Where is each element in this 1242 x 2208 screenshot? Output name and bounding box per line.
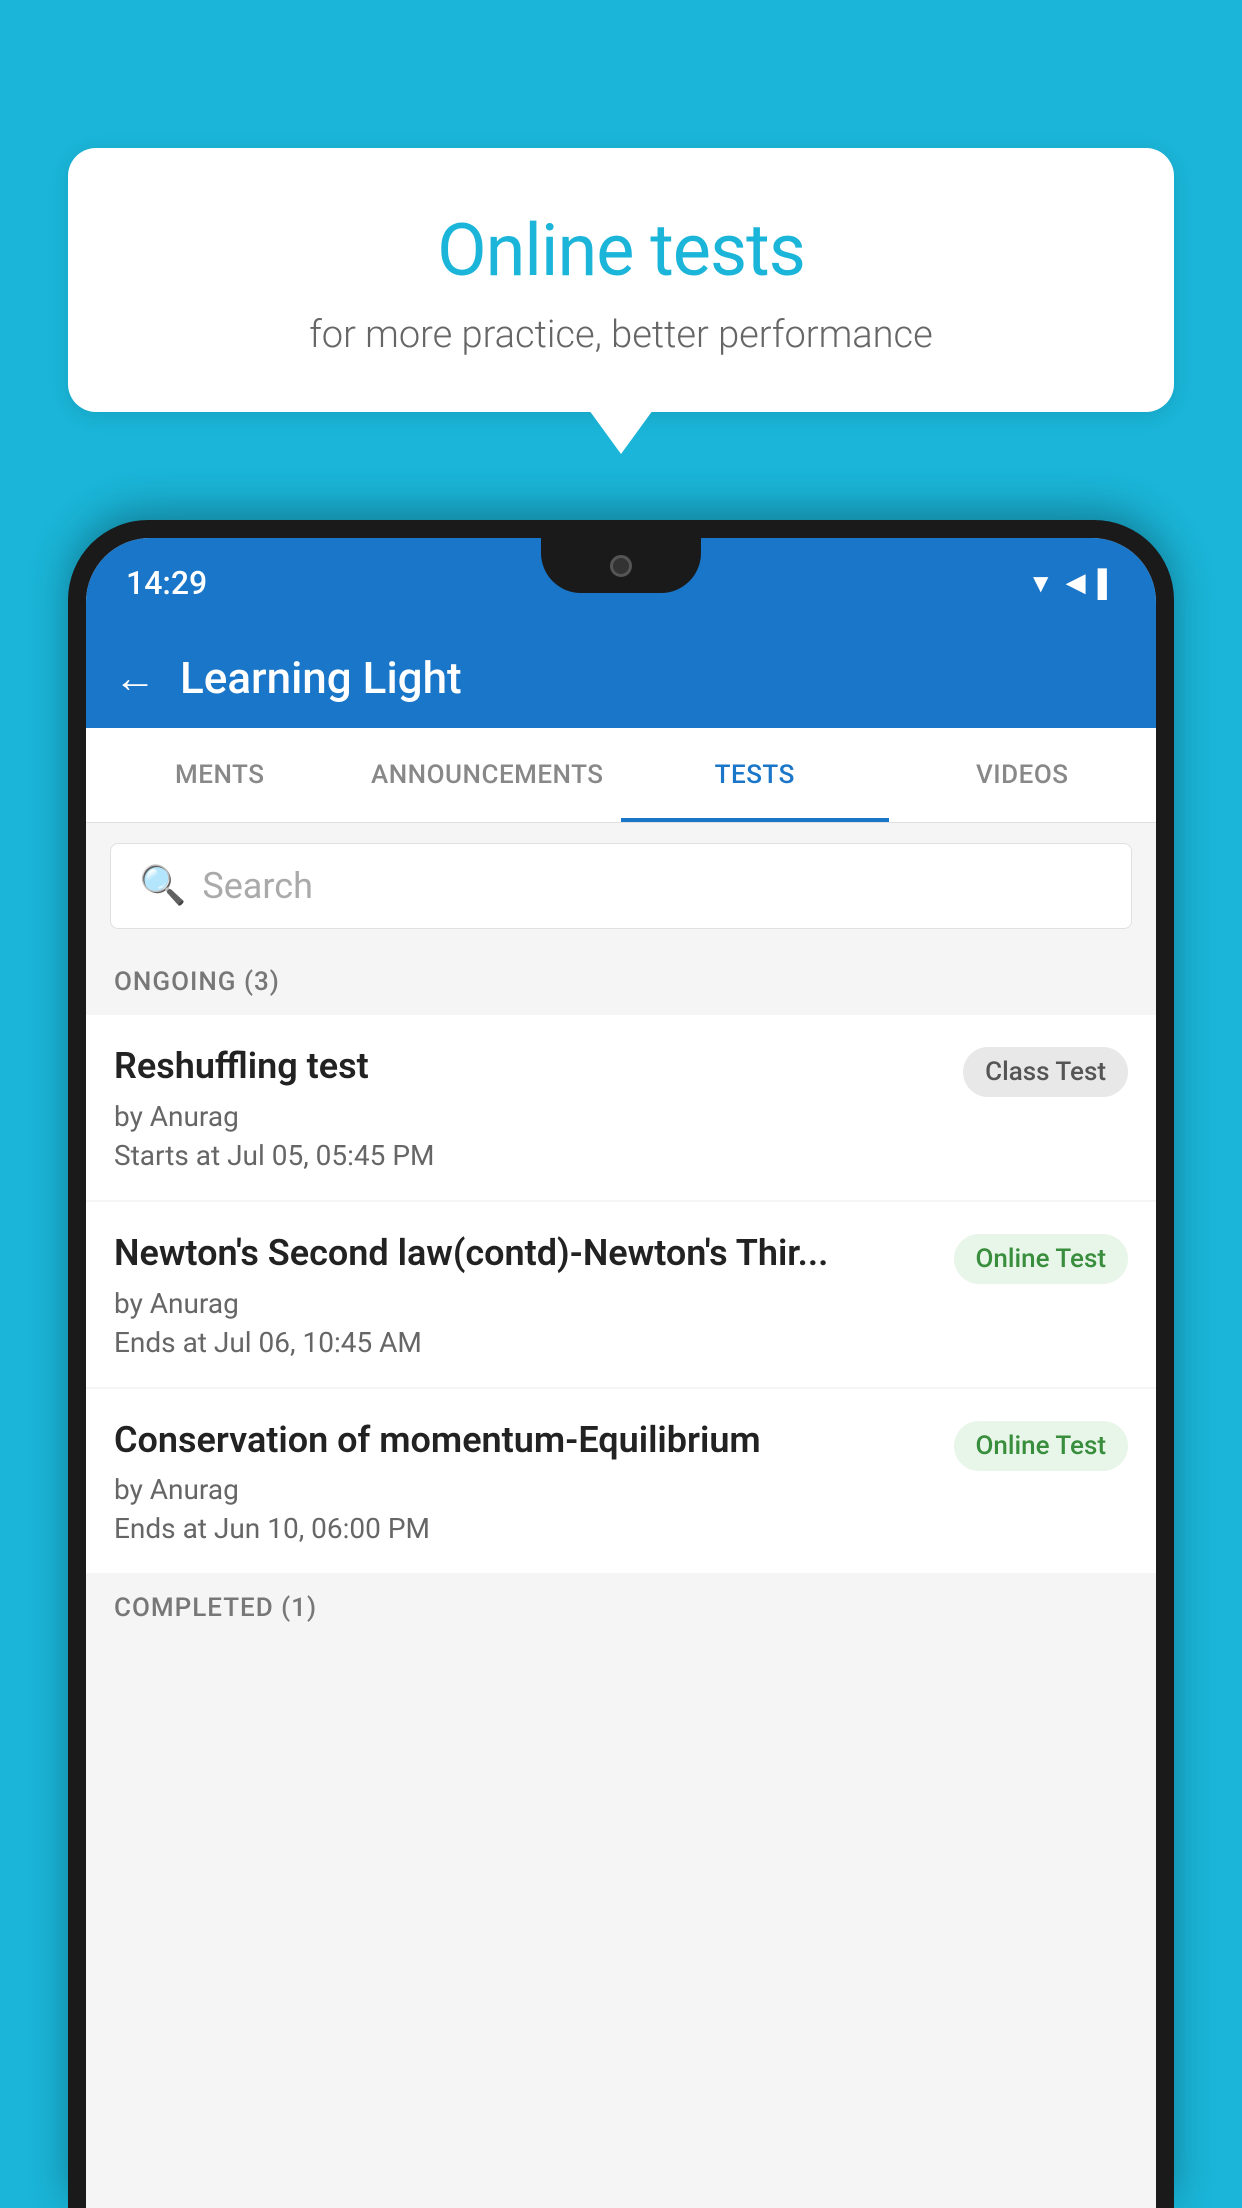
test-badge-online-1: Online Test — [954, 1234, 1129, 1284]
signal-icon: ◀ — [1066, 568, 1086, 598]
app-title: Learning Light — [180, 652, 462, 704]
test-item-newtons[interactable]: Newton's Second law(contd)-Newton's Thir… — [86, 1202, 1156, 1387]
camera-dot — [610, 555, 632, 577]
test-badge-online-2: Online Test — [954, 1421, 1129, 1471]
test-author-conservation: by Anurag — [114, 1473, 934, 1506]
speech-bubble: Online tests for more practice, better p… — [68, 148, 1174, 412]
phone-screen: 14:29 ▼ ◀ ▌ ← Learning Light MENTS — [86, 538, 1156, 2208]
notch — [541, 538, 701, 593]
bubble-title: Online tests — [108, 208, 1134, 293]
test-item-reshuffling[interactable]: Reshuffling test by Anurag Starts at Jul… — [86, 1015, 1156, 1200]
app-bar: ← Learning Light — [86, 628, 1156, 728]
status-bar: 14:29 ▼ ◀ ▌ — [86, 538, 1156, 628]
back-button[interactable]: ← — [114, 654, 156, 703]
list-content: ONGOING (3) Reshuffling test by Anurag S… — [86, 949, 1156, 2208]
test-time-newtons: Ends at Jul 06, 10:45 AM — [114, 1326, 934, 1359]
status-icons: ▼ ◀ ▌ — [1028, 568, 1116, 599]
speech-bubble-container: Online tests for more practice, better p… — [68, 148, 1174, 412]
test-info-conservation: Conservation of momentum-Equilibrium by … — [114, 1417, 934, 1546]
phone-container: 14:29 ▼ ◀ ▌ ← Learning Light MENTS — [68, 520, 1174, 2208]
test-item-conservation[interactable]: Conservation of momentum-Equilibrium by … — [86, 1389, 1156, 1574]
phone-frame: 14:29 ▼ ◀ ▌ ← Learning Light MENTS — [68, 520, 1174, 2208]
test-author-reshuffling: by Anurag — [114, 1100, 943, 1133]
test-info-newtons: Newton's Second law(contd)-Newton's Thir… — [114, 1230, 934, 1359]
search-icon: 🔍 — [139, 864, 186, 908]
tabs-container: MENTS ANNOUNCEMENTS TESTS VIDEOS — [86, 728, 1156, 823]
test-name-conservation: Conservation of momentum-Equilibrium — [114, 1417, 934, 1464]
test-author-newtons: by Anurag — [114, 1287, 934, 1320]
search-container: 🔍 Search — [86, 823, 1156, 949]
test-name-reshuffling: Reshuffling test — [114, 1043, 943, 1090]
status-time: 14:29 — [126, 564, 207, 602]
test-time-conservation: Ends at Jun 10, 06:00 PM — [114, 1512, 934, 1545]
test-badge-class: Class Test — [963, 1047, 1128, 1097]
completed-section-header: COMPLETED (1) — [86, 1575, 1156, 1641]
tab-videos[interactable]: VIDEOS — [889, 728, 1157, 822]
battery-icon: ▌ — [1098, 568, 1116, 599]
search-placeholder: Search — [202, 865, 313, 907]
tab-tests[interactable]: TESTS — [621, 728, 889, 822]
tab-ments[interactable]: MENTS — [86, 728, 354, 822]
test-info-reshuffling: Reshuffling test by Anurag Starts at Jul… — [114, 1043, 943, 1172]
test-name-newtons: Newton's Second law(contd)-Newton's Thir… — [114, 1230, 934, 1277]
bubble-subtitle: for more practice, better performance — [108, 313, 1134, 357]
search-bar[interactable]: 🔍 Search — [110, 843, 1132, 929]
ongoing-section-header: ONGOING (3) — [86, 949, 1156, 1015]
tab-announcements[interactable]: ANNOUNCEMENTS — [354, 728, 622, 822]
wifi-icon: ▼ — [1028, 568, 1054, 599]
test-time-reshuffling: Starts at Jul 05, 05:45 PM — [114, 1139, 943, 1172]
